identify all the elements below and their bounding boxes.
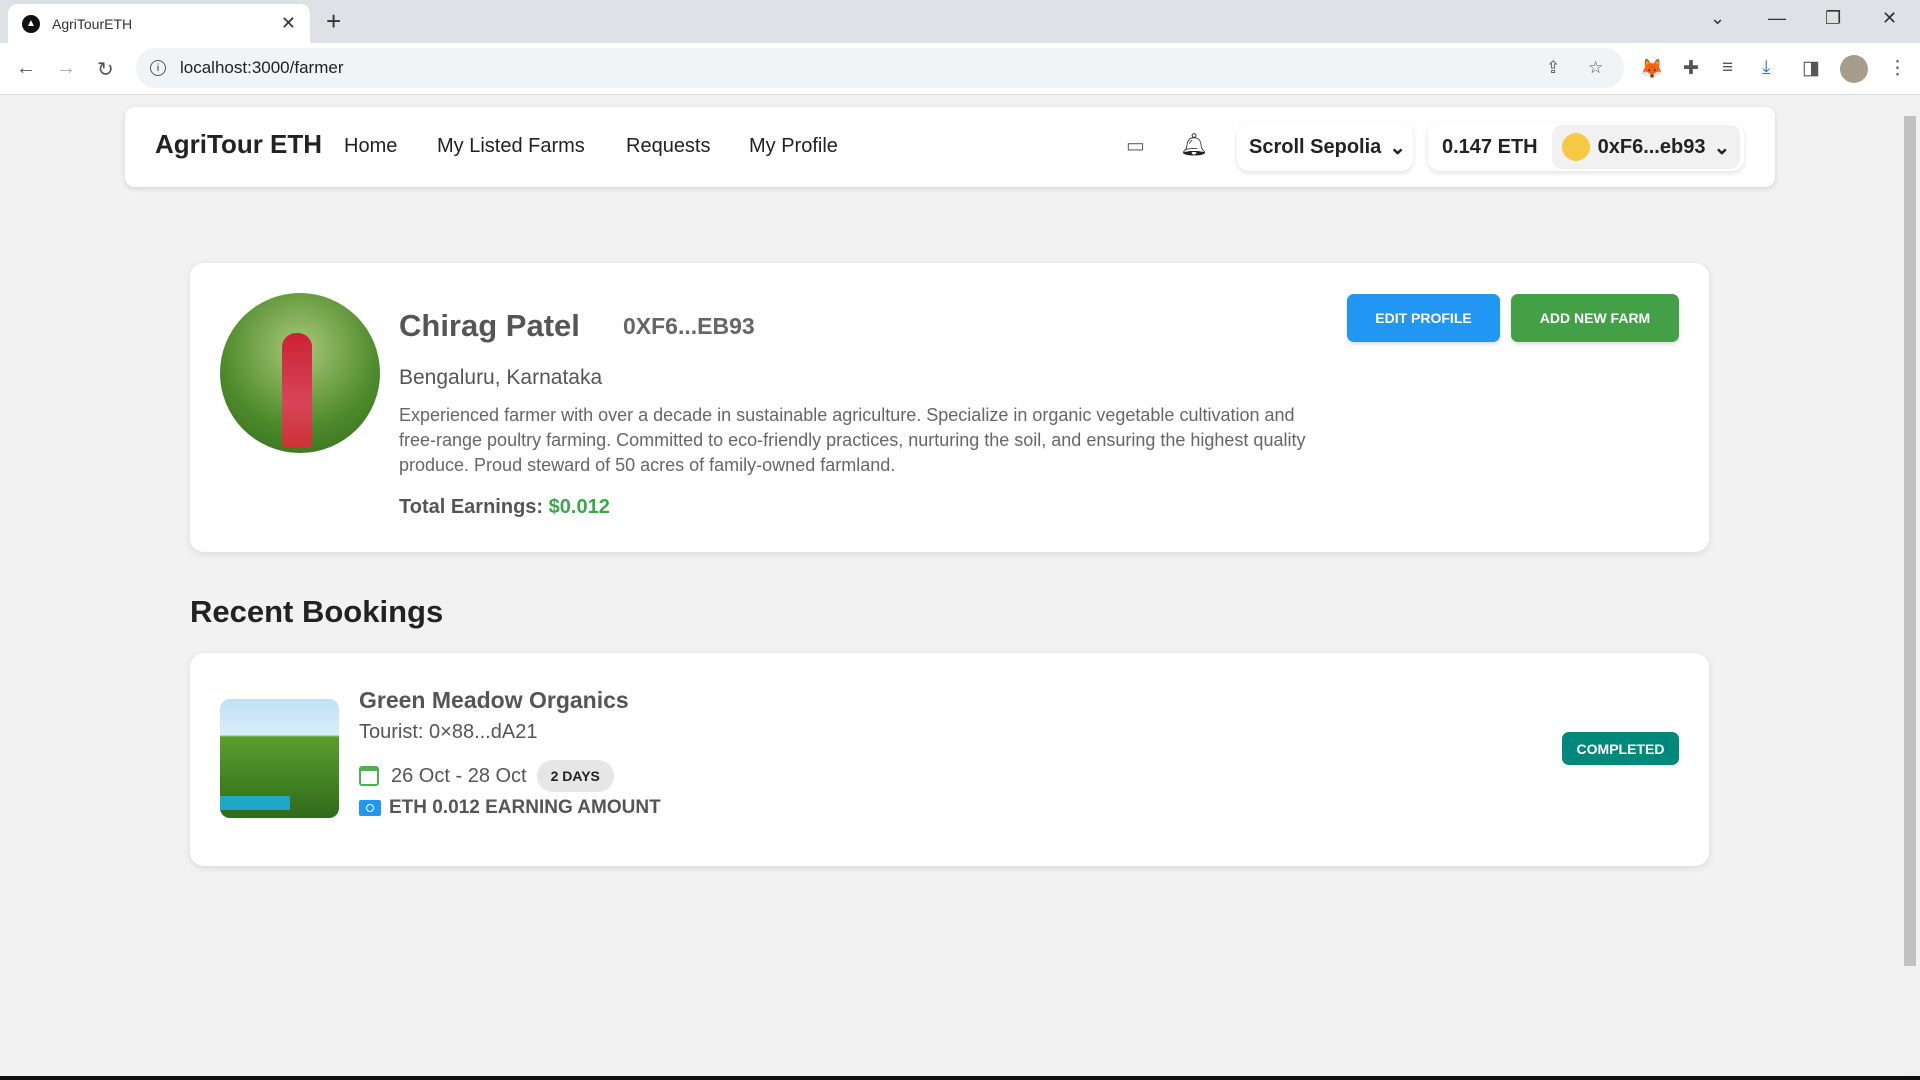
menu-icon[interactable]: ⋮ — [1888, 57, 1907, 80]
bell-icon[interactable]: 🔔︎ — [1180, 132, 1208, 158]
farm-name: Green Meadow Organics — [359, 687, 629, 713]
tab-title: AgriTourETH — [52, 15, 133, 32]
restore-button[interactable]: ❐ — [1825, 8, 1841, 29]
browser-tab[interactable]: ▲ AgriTourETH ✕ — [8, 4, 310, 43]
wallet-widget[interactable]: 0.147 ETH 0xF6...eb93 ⌄ — [1428, 123, 1744, 171]
cash-icon — [359, 800, 381, 816]
booking-dates: 26 Oct - 28 Oct 2 DAYS — [359, 760, 614, 792]
site-info-icon[interactable]: i — [150, 60, 166, 76]
calendar-icon — [359, 766, 379, 786]
add-new-farm-button[interactable]: ADD NEW FARM — [1511, 294, 1679, 342]
farm-image — [220, 699, 339, 818]
reading-list-icon[interactable]: ≡ — [1722, 57, 1733, 79]
chevron-down-icon: ⌄ — [1389, 136, 1407, 159]
app-navbar: AgriTour ETH Home My Listed Farms Reques… — [125, 107, 1775, 187]
brand-logo[interactable]: AgriTour ETH — [155, 129, 322, 160]
share-icon[interactable]: ⇪ — [1546, 58, 1560, 78]
extensions-icon[interactable]: ✚ — [1683, 57, 1699, 80]
nav-home[interactable]: Home — [344, 135, 397, 158]
amount-text: ETH 0.012 EARNING AMOUNT — [389, 797, 661, 818]
earnings-value: $0.012 — [548, 496, 610, 518]
date-range: 26 Oct - 28 Oct — [391, 764, 527, 787]
total-earnings: Total Earnings: $0.012 — [399, 496, 610, 519]
nav-requests[interactable]: Requests — [626, 135, 711, 158]
account-button[interactable]: 0xF6...eb93 ⌄ — [1551, 125, 1741, 169]
chevron-down-icon: ⌄ — [1713, 136, 1731, 159]
location: Bengaluru, Karnataka — [399, 366, 603, 389]
recent-bookings-heading: Recent Bookings — [190, 594, 444, 629]
tab-search-icon[interactable]: ⌄ — [1710, 8, 1725, 29]
close-window-button[interactable]: ✕ — [1882, 8, 1897, 29]
metamask-icon[interactable]: 🦊 — [1640, 57, 1664, 81]
close-tab-icon[interactable]: ✕ — [281, 13, 296, 34]
minimize-button[interactable]: — — [1768, 8, 1786, 29]
bookmark-star-icon[interactable]: ☆ — [1588, 58, 1603, 78]
back-icon[interactable]: ← — [16, 57, 36, 80]
forward-icon[interactable]: → — [56, 57, 76, 80]
scrollbar-thumb[interactable] — [1904, 116, 1916, 966]
new-tab-button[interactable]: + — [326, 6, 341, 37]
farmer-avatar — [220, 293, 380, 453]
site-logo-icon: ▲ — [22, 14, 40, 33]
bottom-border — [0, 1076, 1920, 1080]
earning-amount: ETH 0.012 EARNING AMOUNT — [359, 797, 661, 819]
url-input[interactable]: i localhost:3000/farmer ⇪ ☆ — [136, 48, 1624, 88]
nav-my-profile[interactable]: My Profile — [749, 135, 838, 158]
booking-card: Green Meadow Organics Tourist: 0×88...dA… — [190, 653, 1709, 866]
url-text: localhost:3000/farmer — [180, 58, 344, 77]
address-bar-row: ← → ↻ i localhost:3000/farmer ⇪ ☆ 🦊 ✚ ≡ … — [0, 43, 1920, 95]
edit-profile-button[interactable]: EDIT PROFILE — [1347, 294, 1500, 342]
side-panel-icon[interactable]: ◨ — [1802, 57, 1820, 80]
profile-card: Chirag Patel 0XF6...EB93 Bengaluru, Karn… — [190, 263, 1709, 552]
duration-badge: 2 DAYS — [536, 760, 614, 792]
earnings-label: Total Earnings: — [399, 496, 544, 518]
account-address: 0xF6...eb93 — [1597, 135, 1706, 158]
scrollbar[interactable] — [1900, 96, 1920, 1076]
farmer-name: Chirag Patel — [399, 308, 580, 343]
bio: Experienced farmer with over a decade in… — [399, 405, 1306, 475]
reload-icon[interactable]: ↻ — [97, 57, 114, 82]
nav-my-listed-farms[interactable]: My Listed Farms — [437, 135, 585, 158]
chat-icon[interactable]: ▭ — [1126, 133, 1145, 158]
wallet-address: 0XF6...EB93 — [623, 313, 755, 339]
network-selector[interactable]: Scroll Sepolia ⌄ — [1237, 123, 1413, 171]
profile-avatar[interactable] — [1840, 55, 1868, 83]
tab-bar: ▲ AgriTourETH ✕ + ⌄ — ❐ ✕ — [0, 0, 1920, 43]
download-icon[interactable]: ⤓ — [1762, 57, 1770, 79]
status-badge: COMPLETED — [1562, 732, 1679, 765]
tourist-address: Tourist: 0×88...dA21 — [359, 721, 538, 743]
balance: 0.147 ETH — [1442, 135, 1538, 158]
account-avatar — [1561, 133, 1590, 161]
network-name: Scroll Sepolia — [1249, 135, 1382, 158]
